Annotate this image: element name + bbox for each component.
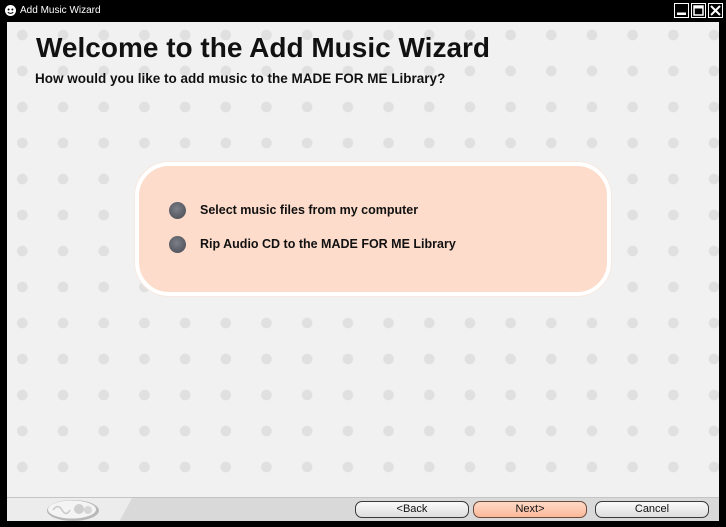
maximize-button[interactable]	[691, 3, 706, 18]
page-title: Welcome to the Add Music Wizard	[36, 32, 491, 63]
option-label[interactable]: Select music files from my computer	[200, 203, 418, 217]
next-button[interactable]: Next>	[473, 501, 587, 518]
radio-button-icon[interactable]	[169, 236, 186, 253]
page-question: How would you like to add music to the M…	[35, 71, 446, 86]
button-bar: <Back Next> Cancel	[7, 497, 719, 522]
cancel-button[interactable]: Cancel	[595, 501, 709, 518]
option-label[interactable]: Rip Audio CD to the MADE FOR ME Library	[200, 237, 456, 251]
add-music-wizard-window: Add Music Wizard Welcome to the Add Musi…	[0, 0, 726, 527]
window-bottom-border	[0, 521, 726, 527]
wizard-content: Welcome to the Add Music Wizard How woul…	[7, 22, 719, 497]
minimize-button[interactable]	[674, 3, 689, 18]
wizard-app-icon	[5, 5, 16, 16]
close-button[interactable]	[708, 3, 723, 18]
back-button[interactable]: <Back	[355, 501, 469, 518]
made-for-me-logo	[7, 498, 132, 522]
option-panel: Select music files from my computer Rip …	[135, 162, 611, 296]
radio-button-icon[interactable]	[169, 202, 186, 219]
window-title: Add Music Wizard	[20, 5, 101, 16]
title-bar[interactable]: Add Music Wizard	[0, 0, 726, 22]
